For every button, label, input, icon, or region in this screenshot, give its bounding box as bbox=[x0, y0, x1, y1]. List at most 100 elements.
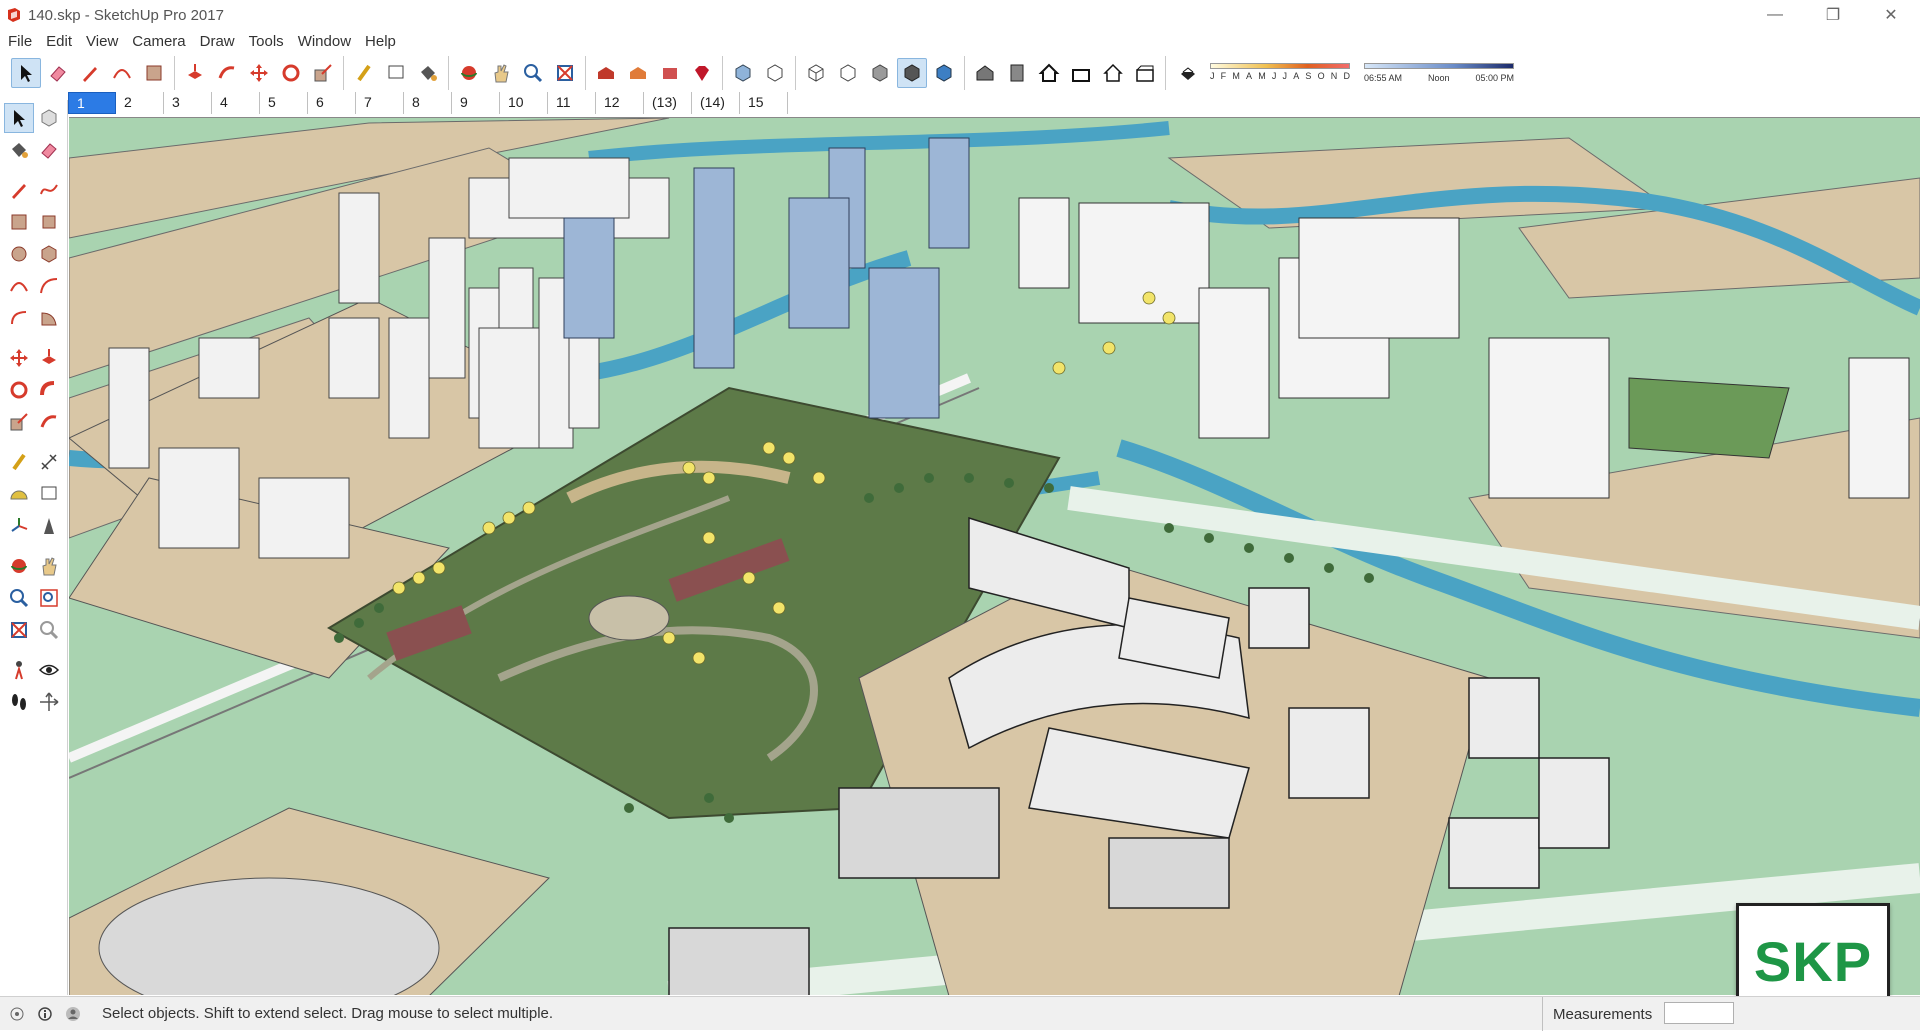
line-tool-button[interactable] bbox=[75, 58, 105, 88]
shaded-button[interactable] bbox=[865, 58, 895, 88]
menu-tools[interactable]: Tools bbox=[243, 33, 290, 50]
scene-tab-4[interactable]: 4 bbox=[212, 92, 260, 114]
menu-file[interactable]: File bbox=[2, 33, 38, 50]
paint-bucket-button[interactable] bbox=[413, 58, 443, 88]
user-account-icon[interactable] bbox=[62, 1003, 84, 1025]
eraser-tool[interactable] bbox=[34, 135, 64, 165]
credits-info-icon[interactable] bbox=[34, 1003, 56, 1025]
extension-warehouse-button[interactable] bbox=[687, 58, 717, 88]
scene-tab-6[interactable]: 6 bbox=[308, 92, 356, 114]
move-tool[interactable] bbox=[4, 343, 34, 373]
close-button[interactable]: ✕ bbox=[1862, 0, 1920, 30]
rotate-tool-button[interactable] bbox=[276, 58, 306, 88]
paint-bucket-tool[interactable] bbox=[4, 135, 34, 165]
orbit-tool[interactable] bbox=[4, 551, 34, 581]
push-pull-tool[interactable] bbox=[34, 343, 64, 373]
text-tool[interactable] bbox=[34, 479, 64, 509]
monochrome-button[interactable] bbox=[929, 58, 959, 88]
month-slider[interactable]: J F M A M J J A S O N D bbox=[1210, 61, 1350, 85]
axes-tool[interactable] bbox=[4, 511, 34, 541]
orbit-tool-button[interactable] bbox=[454, 58, 484, 88]
right-view-button[interactable] bbox=[1066, 58, 1096, 88]
menu-edit[interactable]: Edit bbox=[40, 33, 78, 50]
text-tool-button[interactable] bbox=[381, 58, 411, 88]
rotated-rectangle-tool[interactable] bbox=[34, 207, 64, 237]
scene-tab-12[interactable]: 12 bbox=[596, 92, 644, 114]
offset-tool-button[interactable] bbox=[212, 58, 242, 88]
three-point-arc-tool[interactable] bbox=[4, 303, 34, 333]
menu-help[interactable]: Help bbox=[359, 33, 402, 50]
scale-tool[interactable] bbox=[4, 407, 34, 437]
look-around-tool[interactable] bbox=[34, 655, 64, 685]
previous-view-tool[interactable] bbox=[34, 615, 64, 645]
scene-tab-1[interactable]: 1 bbox=[68, 92, 116, 114]
offset-tool[interactable] bbox=[34, 407, 64, 437]
scene-tab-10[interactable]: 10 bbox=[500, 92, 548, 114]
xray-style-button[interactable] bbox=[728, 58, 758, 88]
time-slider[interactable]: 06:55 AM Noon 05:00 PM bbox=[1364, 61, 1514, 85]
share-model-button[interactable] bbox=[655, 58, 685, 88]
polygon-tool[interactable] bbox=[34, 239, 64, 269]
push-pull-tool-button[interactable] bbox=[180, 58, 210, 88]
minimize-button[interactable]: — bbox=[1746, 0, 1804, 30]
toggle-shadows-button[interactable] bbox=[1173, 58, 1203, 88]
menu-view[interactable]: View bbox=[80, 33, 124, 50]
zoom-extents-button[interactable] bbox=[550, 58, 580, 88]
zoom-tool-button[interactable] bbox=[518, 58, 548, 88]
rectangle-tool-button[interactable] bbox=[139, 58, 169, 88]
arc-tool[interactable] bbox=[4, 271, 34, 301]
left-view-button[interactable] bbox=[1130, 58, 1160, 88]
select-tool-button[interactable] bbox=[11, 58, 41, 88]
rectangle-tool[interactable] bbox=[4, 207, 34, 237]
3d-warehouse-button[interactable] bbox=[591, 58, 621, 88]
position-camera-tool[interactable] bbox=[4, 655, 34, 685]
drawing-viewport[interactable] bbox=[69, 117, 1920, 995]
move-tool-button[interactable] bbox=[244, 58, 274, 88]
rotate-tool[interactable] bbox=[4, 375, 34, 405]
tape-measure-tool[interactable] bbox=[4, 447, 34, 477]
scene-tab-11[interactable]: 11 bbox=[548, 92, 596, 114]
zoom-tool[interactable] bbox=[4, 583, 34, 613]
scene-tab-13[interactable]: (13) bbox=[644, 92, 692, 114]
scene-tab-8[interactable]: 8 bbox=[404, 92, 452, 114]
scene-tab-2[interactable]: 2 bbox=[116, 92, 164, 114]
arc-tool-button[interactable] bbox=[107, 58, 137, 88]
3d-text-tool[interactable] bbox=[34, 511, 64, 541]
share-component-button[interactable] bbox=[623, 58, 653, 88]
follow-me-tool[interactable] bbox=[34, 375, 64, 405]
pan-tool-button[interactable] bbox=[486, 58, 516, 88]
scene-tab-9[interactable]: 9 bbox=[452, 92, 500, 114]
zoom-window-tool[interactable] bbox=[34, 583, 64, 613]
make-component-tool[interactable] bbox=[34, 103, 64, 133]
line-tool[interactable] bbox=[4, 175, 34, 205]
menu-draw[interactable]: Draw bbox=[194, 33, 241, 50]
zoom-extents-tool[interactable] bbox=[4, 615, 34, 645]
scene-tab-14[interactable]: (14) bbox=[692, 92, 740, 114]
scene-tab-7[interactable]: 7 bbox=[356, 92, 404, 114]
back-view-button[interactable] bbox=[1098, 58, 1128, 88]
select-tool[interactable] bbox=[4, 103, 34, 133]
protractor-tool[interactable] bbox=[4, 479, 34, 509]
scale-tool-button[interactable] bbox=[308, 58, 338, 88]
menu-window[interactable]: Window bbox=[292, 33, 357, 50]
hidden-line-button[interactable] bbox=[833, 58, 863, 88]
scene-tab-5[interactable]: 5 bbox=[260, 92, 308, 114]
tape-measure-button[interactable] bbox=[349, 58, 379, 88]
pan-tool[interactable] bbox=[34, 551, 64, 581]
geo-location-icon[interactable] bbox=[6, 1003, 28, 1025]
measurements-input[interactable] bbox=[1664, 1002, 1734, 1024]
iso-view-button[interactable] bbox=[970, 58, 1000, 88]
front-view-button[interactable] bbox=[1034, 58, 1064, 88]
circle-tool[interactable] bbox=[4, 239, 34, 269]
dimension-tool[interactable] bbox=[34, 447, 64, 477]
eraser-tool-button[interactable] bbox=[43, 58, 73, 88]
menu-camera[interactable]: Camera bbox=[126, 33, 191, 50]
pie-tool[interactable] bbox=[34, 303, 64, 333]
scene-tab-15[interactable]: 15 bbox=[740, 92, 788, 114]
section-plane-tool[interactable] bbox=[34, 687, 64, 717]
top-view-button[interactable] bbox=[1002, 58, 1032, 88]
scene-tab-3[interactable]: 3 bbox=[164, 92, 212, 114]
walk-tool[interactable] bbox=[4, 687, 34, 717]
two-point-arc-tool[interactable] bbox=[34, 271, 64, 301]
shaded-textures-button[interactable] bbox=[897, 58, 927, 88]
